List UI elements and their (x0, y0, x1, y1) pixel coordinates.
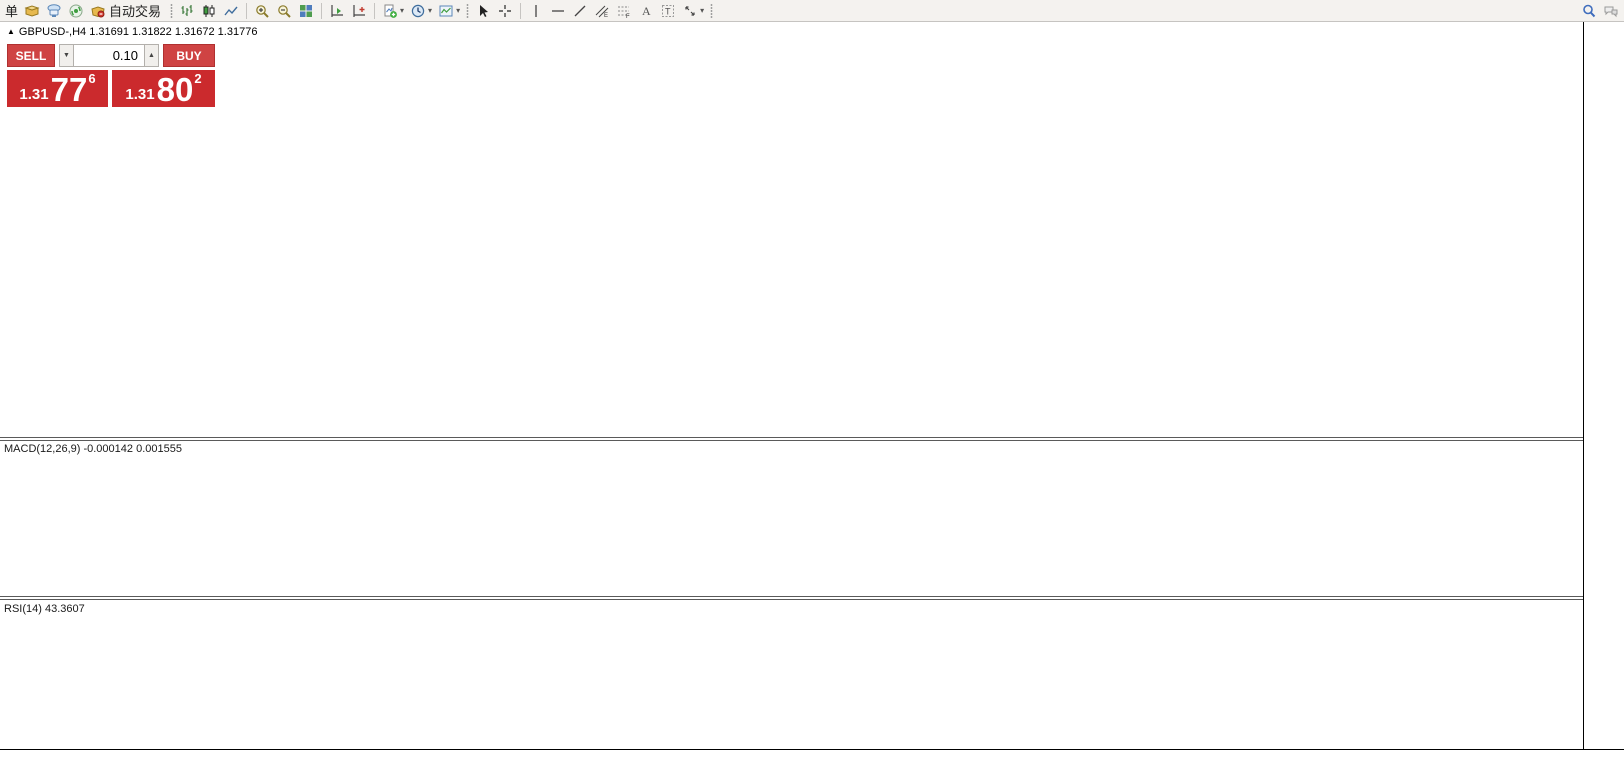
one-click-trading-panel: SELL ▼ ▲ BUY 1.31 77 6 1.31 80 2 (7, 44, 215, 107)
macd-label: MACD(12,26,9) -0.000142 0.001555 (4, 443, 182, 455)
vertical-line-icon (535, 4, 537, 17)
buy-price-base: 1.31 (125, 86, 155, 103)
arrows-tool-button[interactable]: ▾ (679, 1, 707, 20)
dropdown-caret-icon: ▾ (428, 6, 433, 15)
templates-button[interactable]: ▾ (435, 1, 463, 20)
template-icon (439, 5, 453, 16)
trendline-tool-button[interactable] (569, 1, 591, 20)
collapse-panel-icon[interactable]: ▲ (7, 27, 15, 36)
sell-price-base: 1.31 (19, 86, 49, 103)
rsi-label: RSI(14) 43.3607 (4, 603, 85, 615)
text-icon: A (642, 4, 651, 18)
text-label-tool-button[interactable]: T (657, 1, 679, 20)
line-chart-icon (224, 6, 238, 15)
svg-text:A: A (642, 4, 651, 18)
periods-button[interactable]: ▾ (407, 1, 435, 20)
buy-price-sup: 2 (194, 71, 202, 86)
buy-button[interactable]: BUY (163, 44, 215, 67)
chart-shift-button[interactable] (348, 1, 370, 20)
zoom-out-icon (278, 4, 291, 18)
buy-price-box[interactable]: 1.31 80 2 (112, 70, 215, 107)
zoom-out-button[interactable] (273, 1, 295, 20)
toolbar: 单 自动交易 ▾ ▾ ▾ E F A T ▾ (0, 0, 1624, 22)
toolbar-grip[interactable] (466, 3, 470, 18)
fibonacci-icon: F (618, 6, 630, 19)
time-axis[interactable] (0, 750, 1624, 773)
zoom-in-icon (256, 4, 269, 18)
tile-windows-button[interactable] (295, 1, 317, 20)
toolbar-partial-label: 单 (5, 4, 19, 19)
sell-price-big: 77 (50, 71, 88, 108)
svg-text:F: F (626, 14, 630, 19)
chat-icon (1604, 6, 1618, 17)
volume-input[interactable] (74, 44, 144, 67)
svg-text:E: E (604, 13, 608, 19)
label-icon: T (662, 4, 675, 17)
pane-separator[interactable] (0, 437, 1583, 441)
horizontal-line-tool-button[interactable] (547, 1, 569, 20)
price-axis[interactable] (1584, 22, 1624, 749)
autotrading-button[interactable]: 自动交易 (87, 1, 167, 20)
chat-button[interactable] (1600, 1, 1622, 20)
sell-price-sup: 6 (88, 71, 96, 86)
cursor-button[interactable] (472, 1, 494, 20)
line-chart-mode-button[interactable] (220, 1, 242, 20)
signals-icon (69, 4, 83, 17)
market-watch-button[interactable] (43, 1, 65, 20)
buy-price-big: 80 (156, 71, 194, 108)
auto-scroll-icon (331, 4, 344, 17)
cursor-icon (480, 4, 489, 17)
candlestick-icon (203, 4, 215, 17)
dropdown-caret-icon: ▾ (456, 6, 461, 15)
mt4-window: 单 自动交易 ▾ ▾ ▾ E F A T ▾ MACD(12,26,9) -0.… (0, 0, 1624, 773)
bar-chart-icon (181, 4, 193, 16)
macd-pane-canvas[interactable] (0, 441, 1583, 601)
toolbar-separator (246, 2, 248, 19)
volume-decrease-button[interactable]: ▼ (59, 44, 74, 67)
chart-shift-icon (353, 4, 366, 17)
fibonacci-tool-button[interactable]: F (613, 1, 635, 20)
search-icon (1583, 4, 1596, 17)
vertical-line-tool-button[interactable] (525, 1, 547, 20)
main-chart-canvas[interactable] (0, 22, 1583, 442)
dropdown-caret-icon: ▾ (400, 6, 405, 15)
text-tool-button[interactable]: A (635, 1, 657, 20)
toolbar-grip[interactable] (170, 3, 174, 18)
sell-price-box[interactable]: 1.31 77 6 (7, 70, 108, 107)
pane-separator[interactable] (0, 596, 1583, 600)
horizontal-line-icon (552, 9, 565, 12)
autotrading-label: 自动交易 (109, 4, 162, 19)
zoom-in-button[interactable] (251, 1, 273, 20)
autotrading-icon (91, 5, 105, 17)
symbol-info-line: ▲ GBPUSD-,H4 1.31691 1.31822 1.31672 1.31… (7, 26, 257, 38)
channel-tool-button[interactable]: E (591, 1, 613, 20)
toolbar-separator (374, 2, 376, 19)
indicator-add-icon (384, 4, 397, 18)
search-button[interactable] (1578, 1, 1600, 20)
indicators-button[interactable]: ▾ (379, 1, 407, 20)
crosshair-icon (499, 4, 512, 17)
sell-button[interactable]: SELL (7, 44, 55, 67)
symbol-ohlc-text: GBPUSD-,H4 1.31691 1.31822 1.31672 1.317… (18, 26, 258, 38)
equidistant-channel-icon: E (595, 5, 609, 19)
bar-chart-mode-button[interactable] (176, 1, 198, 20)
auto-scroll-button[interactable] (326, 1, 348, 20)
toolbar-separator (520, 2, 522, 19)
toolbar-grip[interactable] (710, 3, 714, 18)
tile-windows-icon (300, 4, 313, 17)
trendline-icon (574, 5, 586, 16)
volume-increase-button[interactable]: ▲ (144, 44, 159, 67)
market-watch-icon (47, 3, 61, 17)
book-icon (24, 4, 40, 17)
history-center-button[interactable] (21, 1, 43, 20)
crosshair-button[interactable] (494, 1, 516, 20)
signals-button[interactable] (65, 1, 87, 20)
clock-icon (411, 4, 425, 17)
dropdown-caret-icon: ▾ (700, 6, 705, 15)
rsi-pane-canvas[interactable] (0, 600, 1583, 754)
arrows-icon (685, 5, 695, 16)
svg-text:T: T (665, 6, 671, 16)
candlestick-mode-button[interactable] (198, 1, 220, 20)
toolbar-separator (321, 2, 323, 19)
